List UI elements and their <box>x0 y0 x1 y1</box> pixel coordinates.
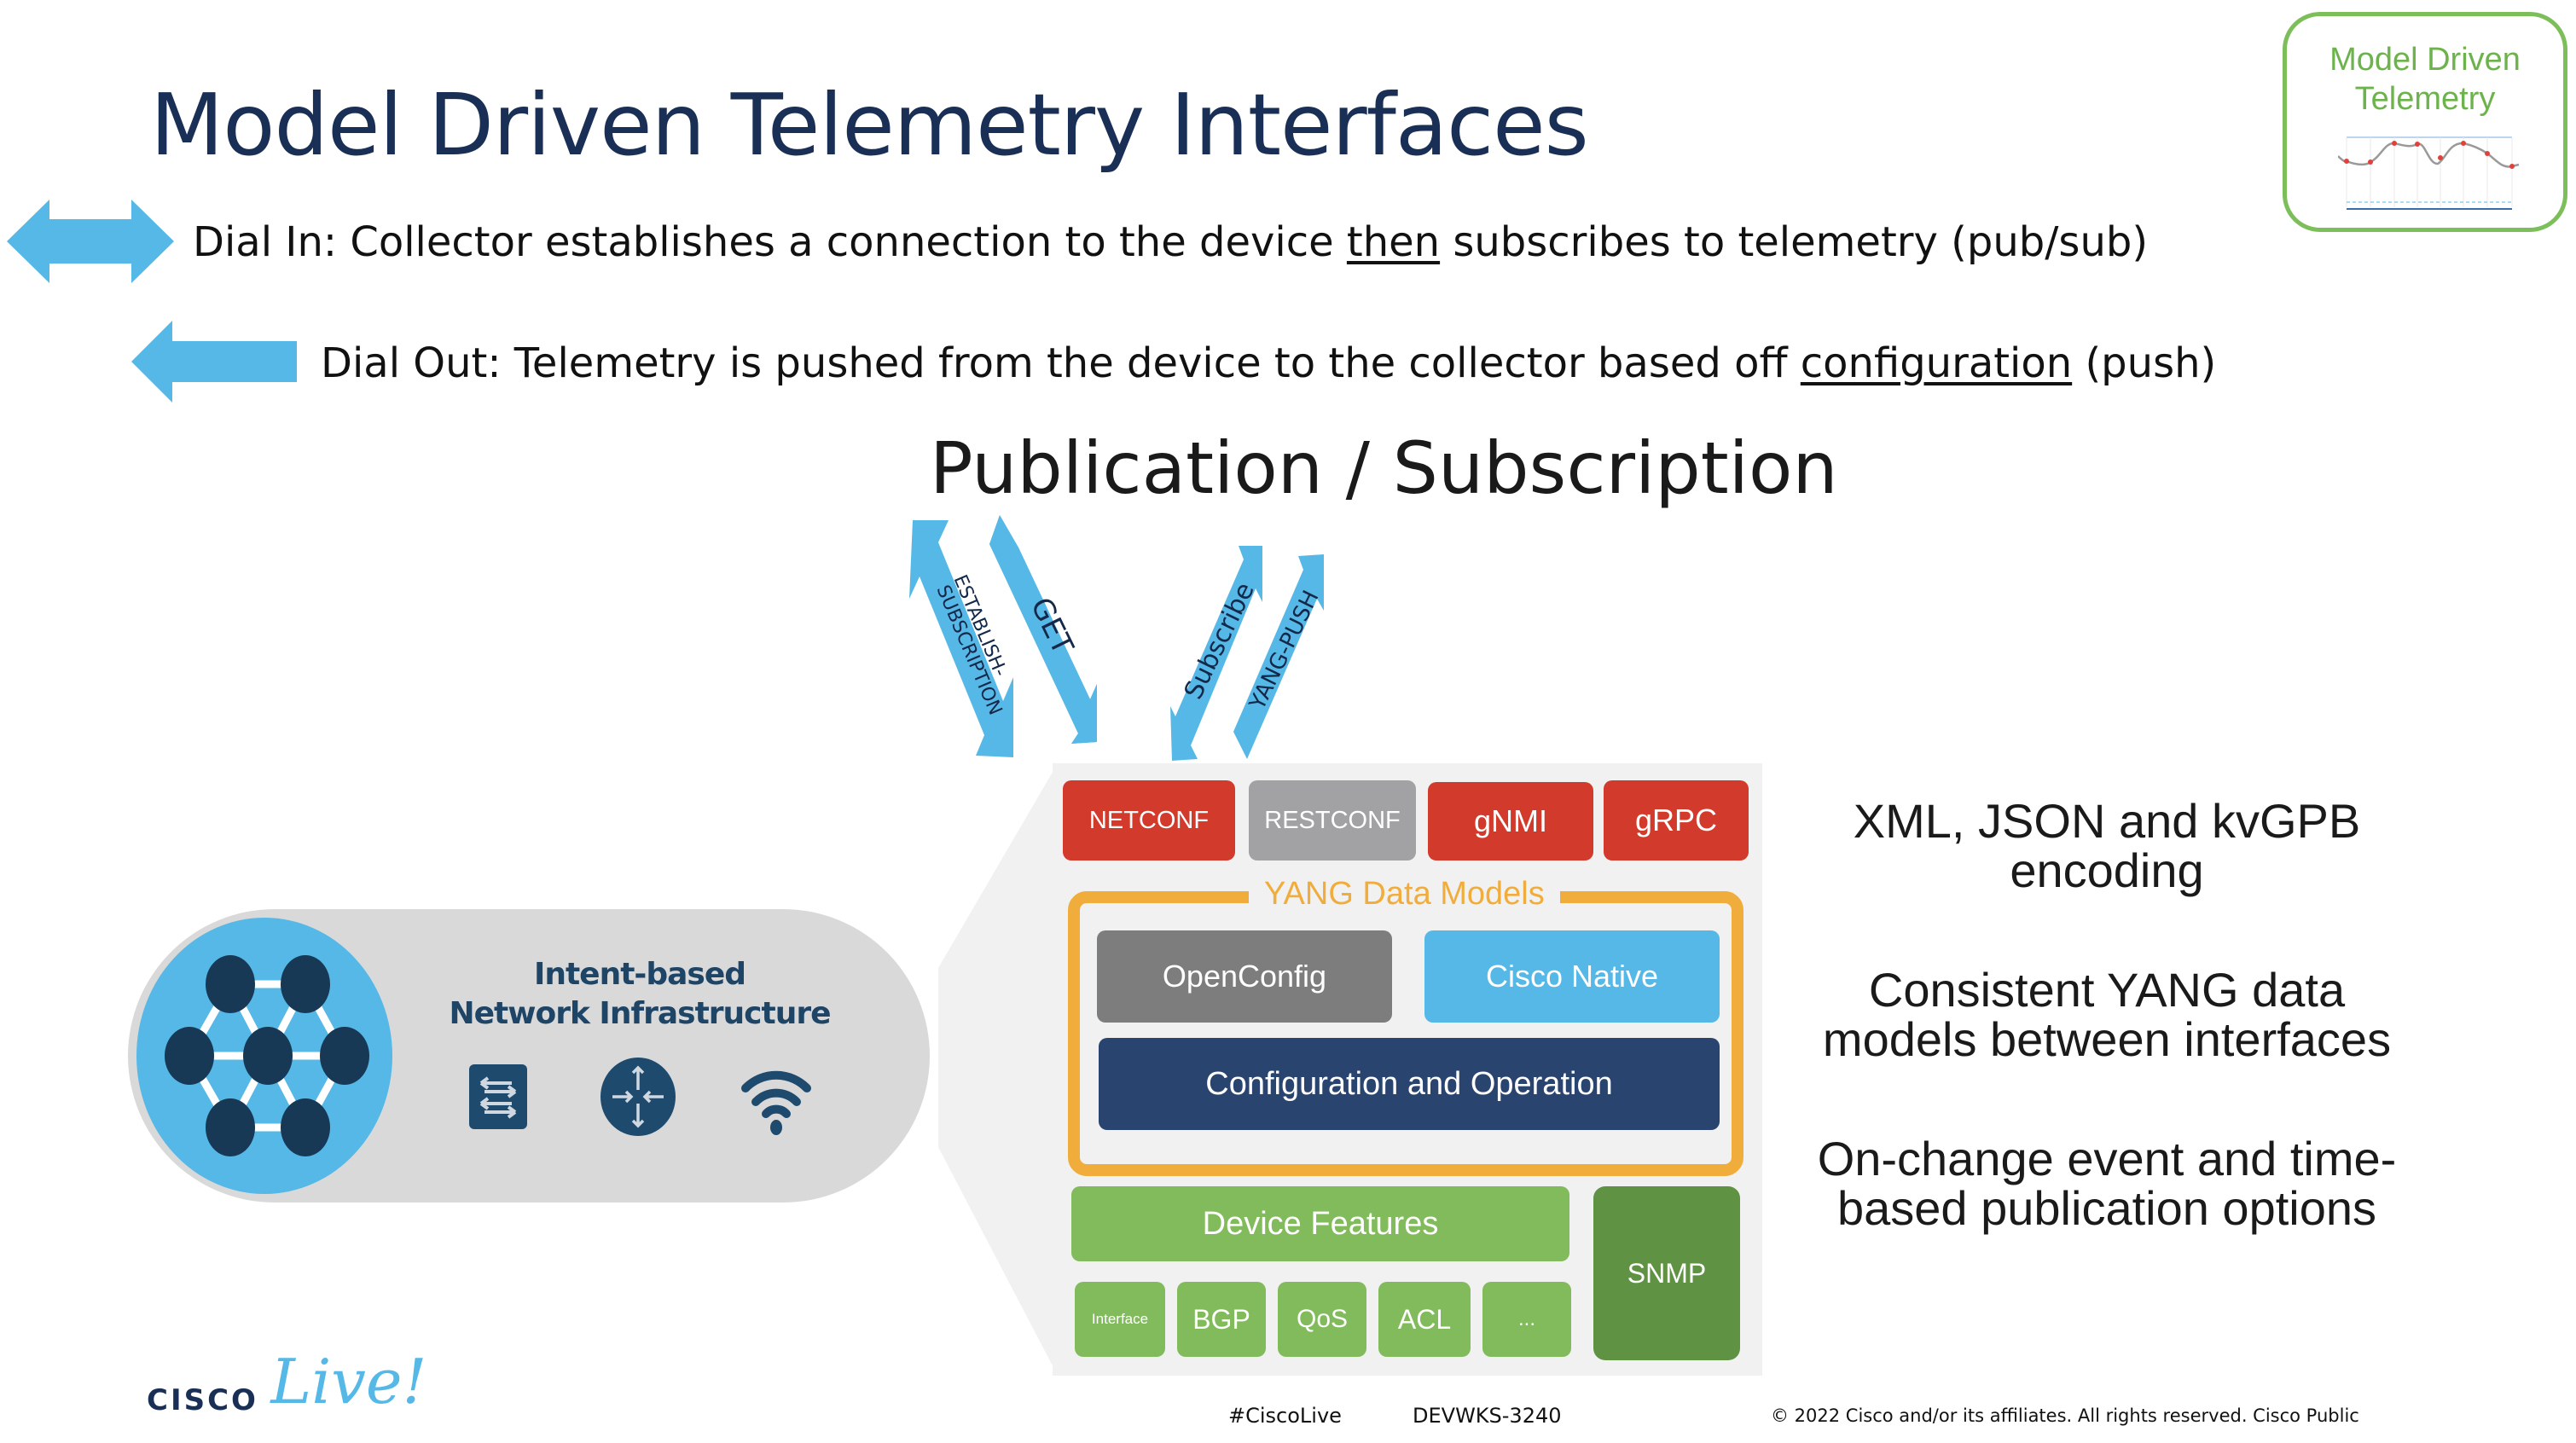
openconfig-box: OpenConfig <box>1097 930 1392 1023</box>
feature-qos: QoS <box>1278 1282 1366 1357</box>
cisco-live-logo: CISCO Live! <box>147 1346 426 1417</box>
arrow-label-subscribe: Subscribe <box>1179 578 1261 704</box>
page-title: Model Driven Telemetry Interfaces <box>150 75 1589 175</box>
switch-icon <box>469 1064 527 1129</box>
badge-line2: Telemetry <box>2354 81 2496 117</box>
footer-session-id: DEVWKS-3240 <box>1413 1404 1562 1428</box>
feature-interface: Interface <box>1075 1282 1165 1357</box>
logo-live-wordmark: Live! <box>270 1346 427 1417</box>
netconf-box: NETCONF <box>1063 780 1235 861</box>
grpc-box: gRPC <box>1604 780 1749 861</box>
wifi-icon <box>741 1070 811 1135</box>
benefit-publication-options: On-change event and time- based publicat… <box>1817 1132 2397 1235</box>
logo-cisco-wordmark: CISCO <box>147 1383 258 1417</box>
mesh-network-icon <box>136 918 392 1194</box>
arrow-label-yang-push: YANG-PUSH <box>1244 587 1325 715</box>
config-operation-box: Configuration and Operation <box>1099 1038 1720 1130</box>
feature-more: ... <box>1482 1282 1571 1357</box>
benefit-consistent-models: Consistent YANG data models between inte… <box>1822 963 2392 1066</box>
feature-bgp: BGP <box>1177 1282 1266 1357</box>
yang-data-models-label: YANG Data Models <box>1249 876 1560 913</box>
double-arrow-icon <box>7 200 174 283</box>
dial-in-text: Dial In: Collector establishes a connect… <box>193 218 2149 266</box>
gnmi-box: gNMI <box>1428 782 1593 861</box>
flow-arrows: ESTABLISH- SUBSCRIPTION GET Subscribe YA… <box>909 515 1325 761</box>
protocol-stack: NETCONF RESTCONF gNMI gRPC YANG Data Mod… <box>1053 763 1762 1376</box>
mdt-badge: Model Driven Telemetry <box>2283 12 2567 232</box>
benefit-encoding: XML, JSON and kvGPB encoding <box>1853 794 2361 897</box>
line-chart-icon <box>2338 136 2520 210</box>
cisco-native-box: Cisco Native <box>1424 930 1720 1023</box>
footer-copyright: © 2022 Cisco and/or its affiliates. All … <box>1771 1405 2359 1426</box>
pubsub-heading: Publication / Subscription <box>930 426 1838 510</box>
infrastructure-label: Intent-based Network Infrastructure <box>449 957 831 1031</box>
router-icon <box>600 1058 676 1136</box>
feature-acl: ACL <box>1378 1282 1471 1357</box>
restconf-box: RESTCONF <box>1249 780 1416 861</box>
footer-hashtag: #CiscoLive <box>1228 1404 1342 1428</box>
left-arrow-icon <box>131 321 297 403</box>
device-features-box: Device Features <box>1071 1186 1569 1261</box>
dial-out-emphasis: configuration <box>1800 339 2073 387</box>
snmp-box: SNMP <box>1593 1186 1740 1360</box>
badge-line1: Model Driven <box>2329 42 2521 78</box>
dial-in-emphasis: then <box>1346 218 1441 266</box>
dial-out-text: Dial Out: Telemetry is pushed from the d… <box>321 339 2217 387</box>
